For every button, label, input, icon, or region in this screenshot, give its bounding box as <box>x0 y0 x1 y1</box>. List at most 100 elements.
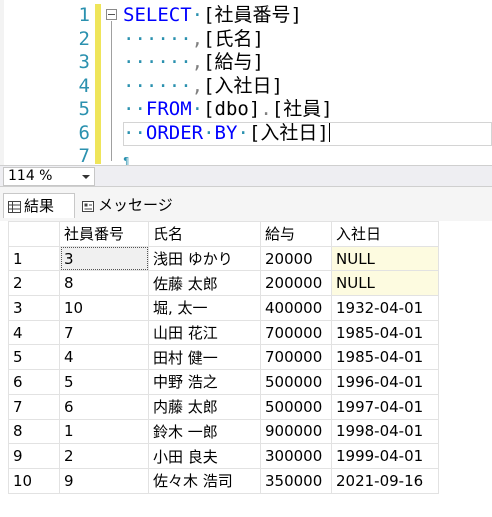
grid-cell[interactable]: 10 <box>59 295 149 321</box>
code-token: , <box>191 74 204 97</box>
zoom-dropdown[interactable]: 114 % <box>3 167 95 186</box>
code-lines[interactable]: SELECT·[社員番号] ······,[氏名] ······,[給与] ·····… <box>123 4 333 145</box>
row-number[interactable]: 4 <box>8 319 60 346</box>
row-number[interactable]: 8 <box>8 418 60 445</box>
grid-cell[interactable]: 7 <box>59 319 149 346</box>
whitespace-marker: · <box>237 121 249 144</box>
whitespace-marker: ·· <box>123 98 146 120</box>
code-line[interactable]: ······,[入社日] <box>123 75 333 99</box>
grid-cell[interactable]: 1985-04-01 <box>331 319 439 346</box>
table-row[interactable]: 6 5 中野 浩之 500000 1996-04-01 <box>8 369 439 395</box>
grid-cell[interactable]: 山田 花江 <box>148 319 261 346</box>
grid-cell[interactable]: 20000 <box>260 245 332 272</box>
code-line[interactable]: SELECT·[社員番号] <box>123 4 333 28</box>
grid-cell[interactable]: 佐藤 太郎 <box>148 270 261 297</box>
row-number[interactable]: 2 <box>8 270 60 297</box>
grid-cell[interactable]: 小田 良夫 <box>148 443 261 469</box>
grid-cell[interactable]: 5 <box>59 369 149 395</box>
code-token: [社員番号] <box>203 4 302 26</box>
grid-cell[interactable]: 浅田 ゆかり <box>148 245 261 272</box>
row-number[interactable]: 6 <box>8 369 60 395</box>
table-row[interactable]: 2 8 佐藤 太郎 200000 NULL <box>8 270 439 297</box>
grid-cell[interactable]: 700000 <box>260 319 332 346</box>
grid-cell[interactable]: 1997-04-01 <box>331 393 439 420</box>
grid-cell[interactable]: 700000 <box>260 344 332 371</box>
row-number[interactable]: 7 <box>8 393 60 420</box>
grid-cell[interactable]: 1999-04-01 <box>331 443 439 469</box>
row-number[interactable]: 10 <box>8 467 60 494</box>
grid-corner[interactable] <box>8 221 60 247</box>
grid-header-row: 社員番号 氏名 給与 入社日 <box>8 221 439 247</box>
column-header[interactable]: 給与 <box>260 221 332 247</box>
grid-cell[interactable]: 堀, 太一 <box>148 295 261 321</box>
results-grid[interactable]: 社員番号 氏名 給与 入社日 1 3 浅田 ゆかり 20000 NULL 2 8 佐藤 太郎 2… <box>0 221 492 517</box>
code-line[interactable]: ······,[氏名] <box>123 28 333 52</box>
column-header[interactable]: 社員番号 <box>59 221 149 247</box>
code-line[interactable]: ······,[給与] <box>123 51 333 75</box>
grid-cell[interactable]: 6 <box>59 393 149 420</box>
editor-left-margin <box>0 0 4 165</box>
table-row[interactable]: 7 6 内藤 太郎 500000 1997-04-01 <box>8 393 439 420</box>
grid-cell[interactable]: 1996-04-01 <box>331 369 439 395</box>
code-token: [dbo] <box>203 98 261 120</box>
grid-cell[interactable]: 350000 <box>260 467 332 494</box>
change-tracking-bar <box>95 4 101 164</box>
grid-cell[interactable]: 1 <box>59 418 149 445</box>
row-number[interactable]: 9 <box>8 443 60 469</box>
line-number: 5 <box>78 98 90 120</box>
grid-cell[interactable]: NULL <box>331 245 439 272</box>
grid-cell[interactable]: 2021-09-16 <box>331 467 439 494</box>
grid-cell[interactable]: 1932-04-01 <box>331 295 439 321</box>
line-number: 3 <box>78 51 90 73</box>
row-number[interactable]: 3 <box>8 295 60 321</box>
line-number: 2 <box>78 27 90 50</box>
code-token: [入社日] <box>248 121 329 144</box>
code-line[interactable]: ··ORDER·BY·[入社日] <box>123 122 333 146</box>
grid-cell[interactable]: 300000 <box>260 443 332 469</box>
whitespace-marker: · <box>191 98 204 120</box>
line-number: 6 <box>78 121 90 144</box>
row-number[interactable]: 5 <box>8 344 60 371</box>
row-number[interactable]: 1 <box>8 245 60 272</box>
code-token: [氏名] <box>203 27 264 50</box>
table-row[interactable]: 5 4 田村 健一 700000 1985-04-01 <box>8 344 439 371</box>
chevron-down-icon[interactable] <box>82 175 90 179</box>
grid-cell[interactable]: 8 <box>59 270 149 297</box>
grid-cell[interactable]: 1985-04-01 <box>331 344 439 371</box>
sql-keyword: SELECT <box>123 4 192 26</box>
grid-cell[interactable]: NULL <box>331 270 439 297</box>
table-row[interactable]: 3 10 堀, 太一 400000 1932-04-01 <box>8 295 439 321</box>
code-line[interactable]: ··FROM·[dbo].[社員] <box>123 98 333 122</box>
table-row[interactable]: 9 2 小田 良夫 300000 1999-04-01 <box>8 443 439 469</box>
tab-results[interactable]: 結果 <box>3 193 75 218</box>
whitespace-marker: ·· <box>123 121 146 144</box>
grid-cell[interactable]: 4 <box>59 344 149 371</box>
grid-cell[interactable]: 鈴木 一郎 <box>148 418 261 445</box>
line-number: 1 <box>78 4 90 26</box>
grid-cell[interactable]: 400000 <box>260 295 332 321</box>
table-row[interactable]: 8 1 鈴木 一郎 900000 1998-04-01 <box>8 418 439 445</box>
grid-cell[interactable]: 佐々木 浩司 <box>148 467 261 494</box>
grid-cell[interactable]: 3 <box>59 245 149 272</box>
table-row[interactable]: 1 3 浅田 ゆかり 20000 NULL <box>8 245 439 272</box>
grid-cell[interactable]: 200000 <box>260 270 332 297</box>
grid-cell[interactable]: 500000 <box>260 369 332 395</box>
table-row[interactable]: 4 7 山田 花江 700000 1985-04-01 <box>8 319 439 346</box>
grid-cell[interactable]: 2 <box>59 443 149 469</box>
whitespace-marker: · <box>191 4 204 26</box>
grid-cell[interactable]: 9 <box>59 467 149 494</box>
grid-cell[interactable]: 中野 浩之 <box>148 369 261 395</box>
grid-cell[interactable]: 500000 <box>260 393 332 420</box>
column-header[interactable]: 入社日 <box>331 221 439 247</box>
collapse-icon[interactable] <box>106 9 117 20</box>
column-header[interactable]: 氏名 <box>148 221 261 247</box>
tab-messages[interactable]: メッセージ <box>80 193 182 218</box>
query-editor[interactable]: 1 2 3 4 5 6 7 SELECT·[社員番号] ······,[氏名] ··… <box>0 0 492 165</box>
grid-cell[interactable]: 1998-04-01 <box>331 418 439 445</box>
code-token: [給与] <box>203 51 264 73</box>
table-row[interactable]: 10 9 佐々木 浩司 350000 2021-09-16 <box>8 467 439 494</box>
grid-cell[interactable]: 田村 健一 <box>148 344 261 371</box>
grid-cell[interactable]: 900000 <box>260 418 332 445</box>
grid-cell[interactable]: 内藤 太郎 <box>148 393 261 420</box>
whitespace-marker: · <box>203 121 215 144</box>
